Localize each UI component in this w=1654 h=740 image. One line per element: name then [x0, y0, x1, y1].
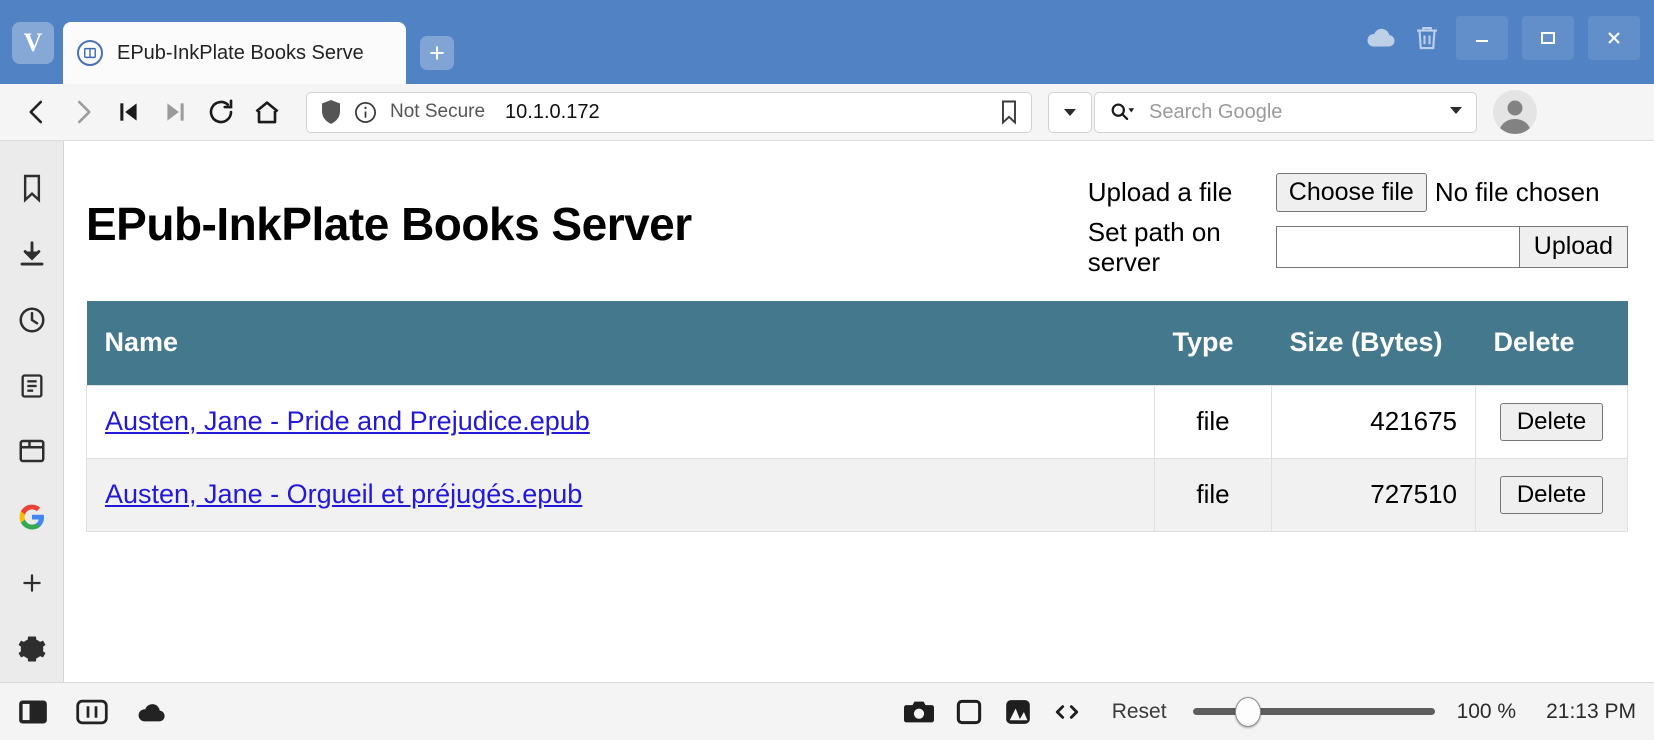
column-header-name[interactable]: Name — [86, 301, 1155, 386]
search-icon[interactable] — [1109, 100, 1135, 124]
cell-file-name: Austen, Jane - Orgueil et préjugés.epub — [86, 457, 1155, 532]
zoom-percent-label: 100 % — [1456, 699, 1517, 723]
sidebar-item-bookmarks[interactable] — [0, 155, 64, 221]
search-engine-dropdown-icon[interactable] — [1446, 100, 1466, 125]
fast-forward-button[interactable] — [152, 89, 198, 135]
tab-bar: V EPub-InkPlate Books Serve + — [0, 0, 1654, 84]
table-header-row: Name Type Size (Bytes) Delete — [86, 301, 1628, 386]
cell-delete: Delete — [1475, 457, 1628, 532]
files-table: Name Type Size (Bytes) Delete Austen, Ja… — [86, 301, 1628, 532]
cell-delete: Delete — [1475, 384, 1628, 459]
sidebar-item-settings[interactable] — [0, 616, 64, 682]
browser-window: V EPub-InkPlate Books Serve + Not Secure… — [0, 0, 1654, 740]
image-icon[interactable] — [1004, 699, 1032, 725]
cell-file-type: file — [1154, 384, 1272, 459]
back-button[interactable] — [14, 89, 60, 135]
bookmark-icon[interactable] — [997, 98, 1021, 126]
file-link[interactable]: Austen, Jane - Pride and Prejudice.epub — [105, 406, 590, 436]
vivaldi-logo-glyph: V — [23, 28, 43, 57]
upload-file-label: Upload a file — [1087, 177, 1233, 208]
sidebar-item-history[interactable] — [0, 287, 64, 353]
page-title: EPub-InkPlate Books Server — [86, 198, 692, 250]
set-path-label: Set path on server — [1087, 216, 1221, 277]
no-file-chosen-label: No file chosen — [1434, 176, 1600, 207]
cloud-icon[interactable] — [1364, 21, 1398, 55]
forward-button[interactable] — [60, 89, 106, 135]
panel-toggle-icon[interactable] — [18, 699, 48, 725]
zoom-slider[interactable] — [1192, 696, 1435, 727]
column-header-type[interactable]: Type — [1154, 301, 1272, 386]
delete-button[interactable]: Delete — [1499, 402, 1604, 441]
close-button[interactable] — [1588, 16, 1640, 60]
maximize-button[interactable] — [1522, 16, 1574, 60]
navigation-toolbar: Not Secure 10.1.0.172 Search Google — [0, 84, 1654, 141]
column-header-size[interactable]: Size (Bytes) — [1271, 301, 1476, 386]
minimize-button[interactable] — [1456, 16, 1508, 60]
files-table-body: Austen, Jane - Pride and Prejudice.epub … — [86, 384, 1628, 532]
shield-icon — [319, 99, 343, 125]
new-tab-plus-icon: + — [429, 37, 445, 68]
trash-icon[interactable] — [1412, 22, 1442, 54]
tab-title: EPub-InkPlate Books Serve — [117, 41, 364, 64]
reload-button[interactable] — [198, 89, 244, 135]
status-bar: Reset 100 % 21:13 PM — [0, 682, 1654, 740]
code-icon[interactable] — [1054, 701, 1080, 723]
column-header-delete[interactable]: Delete — [1475, 301, 1628, 386]
sidebar-item-add-panel[interactable] — [0, 550, 64, 616]
sidebar-item-google[interactable] — [0, 484, 64, 550]
zoom-reset-button[interactable]: Reset — [1112, 700, 1167, 724]
page-header: EPub-InkPlate Books Server Upload a file… — [86, 165, 1628, 277]
upload-button[interactable]: Upload — [1519, 225, 1628, 268]
tab-favicon-icon — [77, 40, 103, 66]
sidebar-item-notes[interactable] — [0, 353, 64, 419]
address-dropdown-button[interactable] — [1048, 91, 1092, 133]
window-controls — [1364, 16, 1654, 76]
info-icon[interactable] — [353, 100, 378, 125]
profile-avatar[interactable] — [1493, 90, 1537, 134]
capture-area-icon[interactable] — [956, 699, 982, 725]
vivaldi-menu-button[interactable]: V — [12, 22, 54, 64]
table-row: Austen, Jane - Pride and Prejudice.epub … — [86, 384, 1628, 459]
clock-label: 21:13 PM — [1546, 699, 1636, 723]
security-status-label: Not Secure — [390, 101, 486, 122]
zoom-slider-track — [1192, 708, 1435, 715]
tab-active[interactable]: EPub-InkPlate Books Serve — [63, 22, 406, 84]
rewind-button[interactable] — [106, 89, 152, 135]
cell-file-size: 421675 — [1271, 384, 1476, 459]
panel-sidebar — [0, 141, 64, 682]
cell-file-name: Austen, Jane - Pride and Prejudice.epub — [86, 384, 1155, 459]
tile-view-icon[interactable] — [76, 699, 108, 725]
zoom-slider-knob[interactable] — [1234, 696, 1261, 727]
content-area: EPub-InkPlate Books Server Upload a file… — [0, 141, 1654, 682]
cell-file-size: 727510 — [1271, 457, 1476, 532]
sidebar-item-downloads[interactable] — [0, 221, 64, 287]
table-row: Austen, Jane - Orgueil et préjugés.epub … — [86, 457, 1628, 532]
search-placeholder: Search Google — [1149, 100, 1283, 123]
file-link[interactable]: Austen, Jane - Orgueil et préjugés.epub — [105, 479, 582, 509]
address-bar[interactable]: Not Secure 10.1.0.172 — [306, 91, 1032, 133]
choose-file-button[interactable]: Choose file — [1275, 173, 1427, 212]
cloud-icon[interactable] — [136, 699, 168, 725]
upload-form: Upload a file Choose file No file chosen… — [1088, 173, 1628, 277]
web-page: EPub-InkPlate Books Server Upload a file… — [64, 141, 1654, 682]
sidebar-item-windows[interactable] — [0, 419, 64, 485]
url-text: 10.1.0.172 — [505, 100, 600, 123]
server-path-input[interactable] — [1275, 225, 1520, 268]
files-table-head: Name Type Size (Bytes) Delete — [86, 301, 1628, 386]
cell-file-type: file — [1154, 457, 1272, 532]
home-button[interactable] — [244, 89, 290, 135]
camera-icon[interactable] — [903, 699, 934, 725]
search-field[interactable]: Search Google — [1094, 91, 1477, 133]
new-tab-button[interactable]: + — [420, 36, 454, 70]
delete-button[interactable]: Delete — [1499, 475, 1604, 514]
